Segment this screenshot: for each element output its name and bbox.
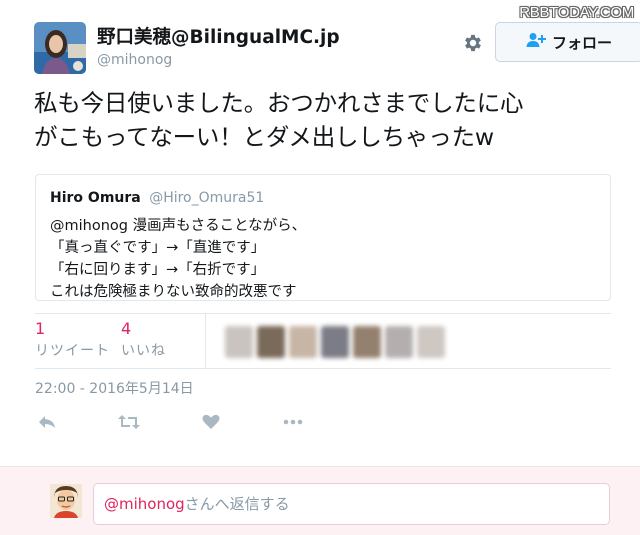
like-stat[interactable]: 4 いいね [121, 319, 166, 363]
retweet-stat[interactable]: 1 リツイート [35, 319, 110, 363]
avatar-photo [34, 22, 86, 74]
liker-avatar[interactable] [225, 326, 253, 358]
liker-avatar[interactable] [321, 326, 349, 358]
quoted-tweet[interactable]: Hiro Omura @Hiro_Omura51 @mihonog 漫画声もさる… [35, 174, 611, 301]
tweet-text: 私も今日使いました。おつかれさまでしたに心 がこもってなーい！とダメ出ししちゃっ… [34, 86, 624, 154]
add-user-icon [526, 32, 546, 52]
reply-placeholder-mention: @mihonog [104, 495, 185, 513]
quoted-line-1-text: 漫画声もさることながら、 [127, 218, 307, 234]
current-user-avatar[interactable] [50, 484, 82, 518]
liker-avatar[interactable] [353, 326, 381, 358]
reply-input[interactable]: @mihonogさんへ返信する [93, 483, 610, 525]
liker-avatars [225, 326, 445, 358]
tweet-text-line-2: がこもってなーい！とダメ出ししちゃったw [34, 123, 494, 151]
reply-placeholder-text: さんへ返信する [184, 495, 290, 513]
watermark: RBBTODAY.COM [519, 4, 634, 21]
quoted-author-name: Hiro Omura [50, 190, 141, 206]
tweet-timestamp[interactable]: 22:00 - 2016年5月14日 [35, 378, 194, 398]
reply-bar: @mihonogさんへ返信する [0, 466, 640, 535]
quoted-line-1: @mihonog 漫画声もさることながら、 [50, 215, 306, 237]
more-icon[interactable] [281, 410, 305, 434]
author-avatar[interactable] [34, 22, 86, 74]
quoted-line-3: 「右に回ります」→「右折です」 [50, 262, 266, 278]
quoted-line-4: これは危険極まりない致命的改悪です [50, 284, 297, 300]
retweet-label: リツイート [35, 343, 110, 359]
author-info: 野口美穂@BilingualMC.jp @mihonog [97, 26, 340, 70]
liker-avatar[interactable] [385, 326, 413, 358]
liker-avatar[interactable] [257, 326, 285, 358]
quoted-author-handle: @Hiro_Omura51 [149, 190, 265, 206]
follow-button[interactable]: フォロー [495, 22, 640, 62]
gear-icon[interactable] [462, 32, 484, 54]
like-count: 4 [121, 319, 132, 338]
quoted-tweet-header: Hiro Omura @Hiro_Omura51 [50, 190, 264, 206]
quoted-line-2: 「真っ直ぐです」→「直進です」 [50, 240, 266, 256]
author-display-name[interactable]: 野口美穂@BilingualMC.jp [97, 26, 340, 50]
engagement-stats: 1 リツイート 4 いいね [35, 313, 611, 369]
liker-avatar[interactable] [417, 326, 445, 358]
author-handle[interactable]: @mihonog [97, 50, 340, 70]
like-label: いいね [121, 343, 166, 359]
retweet-count: 1 [35, 319, 46, 338]
tweet-header: 野口美穂@BilingualMC.jp @mihonog フォロー [34, 22, 640, 78]
quoted-mention: @mihonog [50, 218, 128, 234]
stats-divider [205, 314, 206, 368]
tweet-text-line-1: 私も今日使いました。おつかれさまでしたに心 [34, 89, 524, 117]
reply-icon[interactable] [35, 410, 59, 434]
heart-icon[interactable] [199, 410, 223, 434]
quoted-tweet-text: @mihonog 漫画声もさることながら、 「真っ直ぐです」→「直進です」 「右… [50, 215, 306, 300]
liker-avatar[interactable] [289, 326, 317, 358]
retweet-icon[interactable] [117, 410, 141, 434]
follow-label: フォロー [551, 33, 612, 52]
